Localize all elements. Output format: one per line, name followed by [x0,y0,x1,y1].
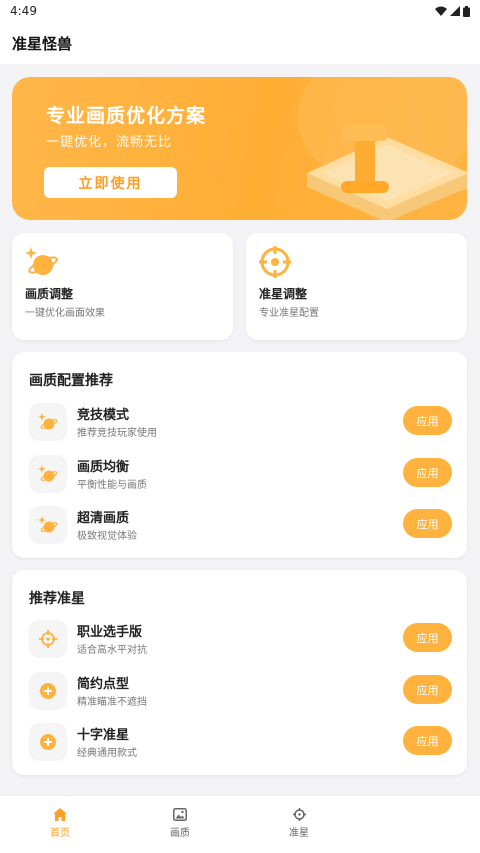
nav-label: 首页 [50,828,70,839]
wifi-icon [435,6,447,16]
status-time: 4:49 [10,4,37,18]
feature-card-quality[interactable]: 画质调整 一键优化画面效果 [12,233,233,340]
nav-item-home[interactable]: 首页 [30,808,90,839]
planet-sparkle-icon [25,247,58,275]
planet-icon [29,403,67,441]
item-title: 超清画质 [77,511,130,526]
apply-button[interactable]: 应用 [403,406,452,435]
banner-illustration [297,77,467,220]
item-title: 画质均衡 [77,460,130,475]
planet-icon [29,506,67,544]
promo-banner[interactable]: 专业画质优化方案 一键优化，流畅无比 立即使用 [12,77,467,220]
app-title: 准星怪兽 [12,34,73,53]
list-item: 竞技模式 推荐竞技玩家使用 应用 [12,400,467,444]
item-desc: 极致视觉体验 [77,531,137,542]
item-title: 十字准星 [77,728,130,743]
signal-icon [450,6,460,16]
crosshair-icon [292,808,306,821]
banner-title: 专业画质优化方案 [46,105,207,127]
crosshair-icon [259,246,291,278]
item-title: 简约点型 [77,677,130,692]
item-desc: 精准瞄准不遮挡 [77,697,147,708]
nav-label: 准星 [289,828,309,839]
item-title: 职业选手版 [77,625,143,640]
section-title: 推荐准星 [29,591,85,607]
app-header: 准星怪兽 [0,22,480,64]
section-title: 画质配置推荐 [29,373,113,389]
nav-item-quality[interactable]: 画质 [150,808,210,839]
plus-circle-icon [29,723,67,761]
item-desc: 适合高水平对抗 [77,645,147,656]
item-title: 竞技模式 [77,408,130,423]
status-bar: 4:49 [0,0,480,22]
home-icon [53,808,67,821]
plus-circle-icon [29,672,67,710]
crosshair-presets-section: 推荐准星 职业选手版 适合高水平对抗 应用 简约点型 精准瞄准不遮挡 应用 十字… [12,570,467,775]
list-item: 十字准星 经典通用款式 应用 [12,720,467,764]
crosshair-icon [29,620,67,658]
list-item: 画质均衡 平衡性能与画质 应用 [12,452,467,496]
feature-title: 准星调整 [259,287,308,301]
item-desc: 经典通用款式 [77,748,137,759]
nav-item-crosshair[interactable]: 准星 [269,808,329,839]
apply-button[interactable]: 应用 [403,675,452,704]
image-icon [173,808,187,821]
quality-presets-section: 画质配置推荐 竞技模式 推荐竞技玩家使用 应用 画质均衡 平衡性能与画质 应用 … [12,352,467,558]
item-desc: 平衡性能与画质 [77,480,147,491]
use-now-button[interactable]: 立即使用 [44,167,177,198]
banner-subtitle: 一键优化，流畅无比 [46,135,173,150]
status-icons [435,5,470,17]
list-item: 超清画质 极致视觉体验 应用 [12,503,467,547]
apply-button[interactable]: 应用 [403,726,452,755]
nav-label: 画质 [170,828,190,839]
feature-card-crosshair[interactable]: 准星调整 专业准星配置 [246,233,467,340]
apply-button[interactable]: 应用 [403,623,452,652]
apply-button[interactable]: 应用 [403,509,452,538]
feature-desc: 专业准星配置 [259,308,319,319]
item-desc: 推荐竞技玩家使用 [77,428,157,439]
bottom-nav: 首页 画质 准星 [0,795,480,853]
list-item: 简约点型 精准瞄准不遮挡 应用 [12,669,467,713]
planet-icon [29,455,67,493]
battery-icon [463,5,470,17]
apply-button[interactable]: 应用 [403,458,452,487]
feature-desc: 一键优化画面效果 [25,308,105,319]
list-item: 职业选手版 适合高水平对抗 应用 [12,617,467,661]
feature-title: 画质调整 [25,287,74,301]
